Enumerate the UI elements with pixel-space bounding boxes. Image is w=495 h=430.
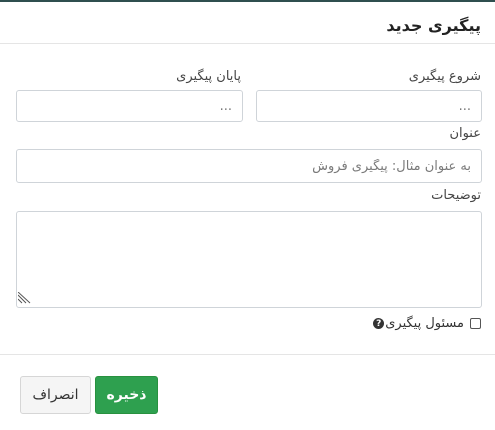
start-date-label: شروع پیگیری xyxy=(408,69,481,84)
end-date-label: پایان پیگیری xyxy=(176,69,241,84)
responsible-label: مسئول پیگیری xyxy=(385,316,464,331)
start-date-input[interactable] xyxy=(256,90,482,122)
save-button[interactable]: ذخیره xyxy=(95,376,158,414)
description-label: توضیحات xyxy=(431,188,481,203)
subject-label: عنوان xyxy=(449,126,481,141)
dialog-title: پیگیری جدید xyxy=(386,16,481,35)
subject-input[interactable] xyxy=(16,149,482,183)
cancel-button[interactable]: انصراف xyxy=(20,376,91,414)
resize-grip-icon[interactable] xyxy=(18,292,32,304)
footer-divider xyxy=(0,354,495,355)
responsible-checkbox[interactable] xyxy=(470,318,481,329)
end-date-input[interactable] xyxy=(16,90,243,122)
dialog-header: پیگیری جدید xyxy=(0,2,495,44)
responsible-option[interactable]: مسئول پیگیری ? xyxy=(373,316,481,331)
description-textarea[interactable] xyxy=(16,211,482,308)
new-followup-dialog: پیگیری جدید شروع پیگیری پایان پیگیری عنو… xyxy=(0,0,495,430)
question-circle-icon[interactable]: ? xyxy=(373,318,385,329)
